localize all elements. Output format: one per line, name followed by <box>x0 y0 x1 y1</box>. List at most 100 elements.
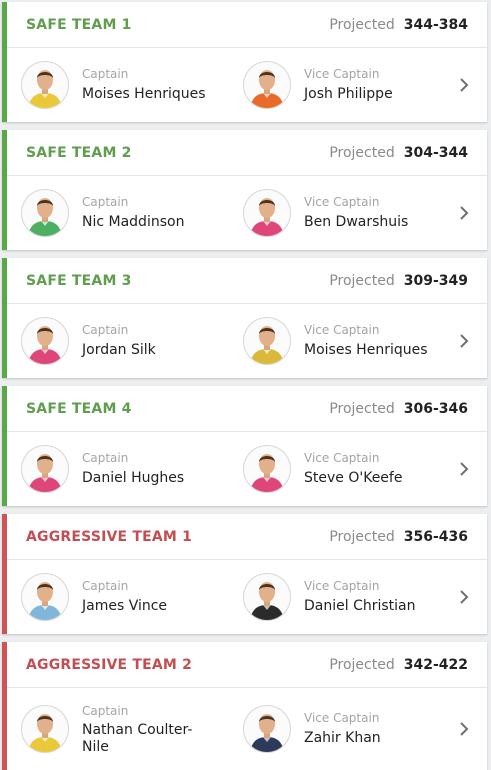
captain-slot: Captain Moises Henriques <box>21 48 206 122</box>
chevron-right-icon[interactable] <box>457 462 471 476</box>
captain-label: Captain <box>82 451 129 465</box>
captain-slot: Captain Nic Maddinson <box>21 176 184 250</box>
player-avatar <box>21 189 69 237</box>
projected-range: 356-436 <box>403 528 468 545</box>
player-avatar <box>243 61 291 109</box>
vice-captain-label: Vice Captain <box>304 711 380 725</box>
player-avatar <box>21 573 69 621</box>
team-card-body: Captain Jordan Silk Vice Captain Moises … <box>7 304 487 378</box>
player-portrait-icon <box>28 198 62 236</box>
captain-name: Nic Maddinson <box>82 214 185 230</box>
player-avatar <box>243 317 291 365</box>
player-portrait-icon <box>28 70 62 108</box>
chevron-right-icon[interactable] <box>457 722 471 736</box>
team-card[interactable]: AGGRESSIVE TEAM 1 Projected 356-436 Capt… <box>2 514 487 634</box>
captain-label: Captain <box>82 67 129 81</box>
vice-captain-slot: Vice Captain Daniel Christian <box>243 560 416 634</box>
vice-captain-name: Josh Philippe <box>304 86 393 102</box>
vice-captain-name: Steve O'Keefe <box>304 470 403 486</box>
team-card-body: Captain James Vince Vice Captain Daniel … <box>7 560 487 634</box>
team-name: AGGRESSIVE TEAM 1 <box>26 528 193 545</box>
captain-slot: Captain James Vince <box>21 560 167 634</box>
player-portrait-icon <box>250 582 284 620</box>
player-portrait-icon <box>28 326 62 364</box>
projected-range: 344-384 <box>403 16 468 33</box>
player-avatar <box>21 61 69 109</box>
vice-captain-label: Vice Captain <box>304 195 380 209</box>
vice-captain-slot: Vice Captain Steve O'Keefe <box>243 432 402 506</box>
player-avatar <box>243 573 291 621</box>
team-card-header: SAFE TEAM 3 Projected 309-349 <box>7 258 487 304</box>
team-card-body: Captain Daniel Hughes Vice Captain Steve… <box>7 432 487 506</box>
captain-slot: Captain Jordan Silk <box>21 304 156 378</box>
team-card-header: AGGRESSIVE TEAM 2 Projected 342-422 <box>7 642 487 688</box>
player-avatar <box>243 189 291 237</box>
captain-name: Nathan Coulter-Nile <box>82 721 193 755</box>
projected-label: Projected <box>329 16 395 33</box>
vice-captain-slot: Vice Captain Josh Philippe <box>243 48 393 122</box>
player-portrait-icon <box>250 714 284 752</box>
projected-range: 306-346 <box>403 400 468 417</box>
player-avatar <box>21 317 69 365</box>
captain-label: Captain <box>82 323 129 337</box>
team-card-body: Captain Nic Maddinson Vice Captain Ben D… <box>7 176 487 250</box>
team-card[interactable]: SAFE TEAM 3 Projected 309-349 Captain Jo… <box>2 258 487 378</box>
projected-label: Projected <box>329 400 395 417</box>
captain-label: Captain <box>82 703 129 718</box>
vice-captain-label: Vice Captain <box>304 323 380 337</box>
projected-label: Projected <box>329 528 395 545</box>
vice-captain-label: Vice Captain <box>304 579 380 593</box>
player-portrait-icon <box>28 714 62 752</box>
vice-captain-slot: Vice Captain Zahir Khan <box>243 688 381 770</box>
player-portrait-icon <box>250 454 284 492</box>
vice-captain-label: Vice Captain <box>304 67 380 81</box>
chevron-right-icon[interactable] <box>457 334 471 348</box>
chevron-right-icon[interactable] <box>457 590 471 604</box>
player-portrait-icon <box>250 198 284 236</box>
player-portrait-icon <box>28 582 62 620</box>
player-avatar <box>21 705 69 753</box>
projected-label: Projected <box>329 272 395 289</box>
player-avatar <box>243 705 291 753</box>
captain-slot: Captain Nathan Coulter-Nile <box>21 688 212 770</box>
vice-captain-name: Daniel Christian <box>304 598 416 614</box>
team-name: SAFE TEAM 1 <box>26 16 132 33</box>
vice-captain-name: Moises Henriques <box>304 342 428 358</box>
team-card[interactable]: SAFE TEAM 2 Projected 304-344 Captain Ni… <box>2 130 487 250</box>
projected-label: Projected <box>329 144 395 161</box>
player-portrait-icon <box>28 454 62 492</box>
vice-captain-name: Zahir Khan <box>304 730 381 746</box>
team-card-header: AGGRESSIVE TEAM 1 Projected 356-436 <box>7 514 487 560</box>
team-card[interactable]: SAFE TEAM 1 Projected 344-384 Captain Mo… <box>2 2 487 122</box>
vice-captain-slot: Vice Captain Ben Dwarshuis <box>243 176 408 250</box>
team-card[interactable]: AGGRESSIVE TEAM 2 Projected 342-422 Capt… <box>2 642 487 770</box>
projected-label: Projected <box>329 656 395 673</box>
player-avatar <box>243 445 291 493</box>
captain-name: Daniel Hughes <box>82 470 185 486</box>
team-name: SAFE TEAM 2 <box>26 144 132 161</box>
player-avatar <box>21 445 69 493</box>
captain-name: Jordan Silk <box>82 342 156 358</box>
chevron-right-icon[interactable] <box>457 206 471 220</box>
player-portrait-icon <box>250 326 284 364</box>
chevron-right-icon[interactable] <box>457 78 471 92</box>
projected-range: 304-344 <box>403 144 468 161</box>
team-list: SAFE TEAM 1 Projected 344-384 Captain Mo… <box>0 0 491 770</box>
team-name: SAFE TEAM 3 <box>26 272 132 289</box>
vice-captain-label: Vice Captain <box>304 451 380 465</box>
projected-range: 342-422 <box>403 656 468 673</box>
captain-label: Captain <box>82 195 129 209</box>
team-card-header: SAFE TEAM 2 Projected 304-344 <box>7 130 487 176</box>
vice-captain-name: Ben Dwarshuis <box>304 214 409 230</box>
vice-captain-slot: Vice Captain Moises Henriques <box>243 304 428 378</box>
team-card-header: SAFE TEAM 1 Projected 344-384 <box>7 2 487 48</box>
captain-slot: Captain Daniel Hughes <box>21 432 184 506</box>
team-card-header: SAFE TEAM 4 Projected 306-346 <box>7 386 487 432</box>
team-name: SAFE TEAM 4 <box>26 400 132 417</box>
team-card-body: Captain Nathan Coulter-Nile Vice Captain… <box>7 688 487 770</box>
team-card[interactable]: SAFE TEAM 4 Projected 306-346 Captain Da… <box>2 386 487 506</box>
captain-name: Moises Henriques <box>82 86 206 102</box>
projected-range: 309-349 <box>403 272 468 289</box>
captain-name: James Vince <box>82 598 168 614</box>
player-portrait-icon <box>250 70 284 108</box>
